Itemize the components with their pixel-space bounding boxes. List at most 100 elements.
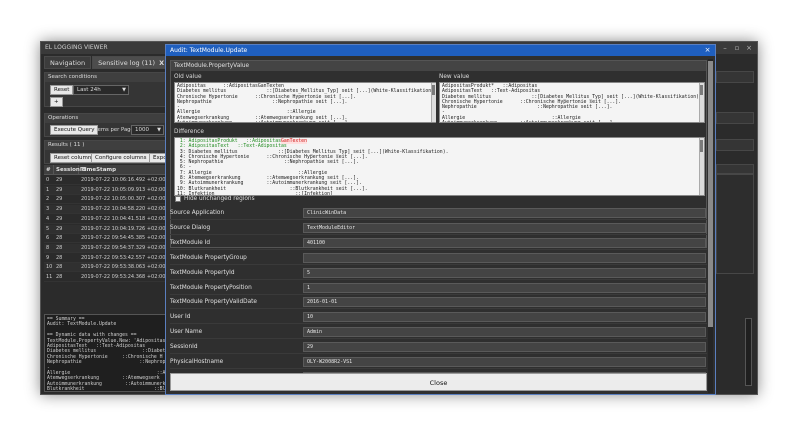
property-row: Source Application ClinicWinData <box>170 206 707 220</box>
property-value[interactable]: 2016-01-01 <box>303 297 706 308</box>
table-row[interactable]: 9 28 2019-07-22 09:53:42.557 +02:00 <box>44 254 166 263</box>
col-timestamp[interactable]: TimeStamp <box>79 165 166 175</box>
property-row: User Name Admin <box>170 325 707 340</box>
table-cell: 2019-07-22 10:05:00.307 +02:00 <box>81 196 166 203</box>
execute-query-button[interactable]: Execute Query <box>50 125 99 135</box>
tab-close-icon[interactable]: X <box>159 59 164 67</box>
results-header: Results ( 11 ) <box>45 141 165 150</box>
add-condition-button[interactable]: + <box>50 97 63 107</box>
table-row[interactable]: 5 29 2019-07-22 10:04:19.726 +02:00 <box>44 224 166 234</box>
operations-header: Operations <box>45 114 165 123</box>
property-row: User Id 10 <box>170 310 707 325</box>
property-value[interactable]: 1 <box>303 282 706 293</box>
dialog-title: Audit: TextModule.Update <box>166 45 715 56</box>
chevron-down-icon: ▼ <box>157 127 161 133</box>
property-label: TextModule PropertyPosition <box>170 284 252 291</box>
table-row[interactable]: 0 29 2019-07-22 10:06:16.492 +02:00 <box>44 176 166 185</box>
property-label: Source Application <box>170 210 225 216</box>
configure-columns-button[interactable]: Configure columns <box>91 153 151 163</box>
difference-scroll-thumb[interactable] <box>700 140 703 152</box>
diff-line-text: 10: Blutkrankheit ::Blutkrankheit seit [… <box>177 186 368 192</box>
reset-button[interactable]: Reset <box>50 85 74 95</box>
table-cell: 2019-07-22 10:04:19.726 +02:00 <box>81 225 166 232</box>
table-row[interactable]: 1 29 2019-07-22 10:05:09.913 +02:00 <box>44 185 166 195</box>
time-range-select[interactable]: Last 24h ▼ <box>73 85 129 95</box>
new-value-label: New value <box>439 74 470 80</box>
hide-unchanged-label: Hide unchanged regions <box>184 196 255 202</box>
tab-navigation[interactable]: Navigation <box>44 56 92 69</box>
difference-label: Difference <box>174 129 204 135</box>
difference-box[interactable]: 1: AdipositasProdukt ::AdipositasGanText… <box>174 137 705 196</box>
search-conditions-panel: Search conditions Reset Last 24h ▼ + <box>44 72 166 107</box>
diff-line-text: 2: AdipositasText ::Text-Adipositas <box>177 144 287 150</box>
table-cell: 10 <box>46 264 53 271</box>
time-range-value: Last 24h <box>77 87 101 93</box>
maximize-icon[interactable]: ▫ <box>731 42 743 54</box>
table-row[interactable]: 11 28 2019-07-22 09:53:24.368 +02:00 <box>44 273 166 282</box>
table-cell: 1 <box>46 186 50 193</box>
property-row: TextModule PropertyPosition 1 <box>170 281 707 295</box>
tab-label: Navigation <box>50 59 86 67</box>
property-value[interactable]: TextModuleEditor <box>303 222 706 233</box>
table-row[interactable]: 6 28 2019-07-22 09:54:45.385 +02:00 <box>44 234 166 244</box>
property-value[interactable]: ClinicWinData <box>303 208 706 218</box>
table-cell: 2019-07-22 10:05:09.913 +02:00 <box>81 186 166 193</box>
diff-line-text: 9: Autoimmunerkrankung ::Autoimmunerkran… <box>177 181 362 187</box>
close-icon[interactable]: × <box>703 45 712 56</box>
tab-sensitive-log[interactable]: Sensitive log (11) X <box>92 56 171 69</box>
table-cell: 2019-07-22 09:54:37.329 +02:00 <box>81 244 166 251</box>
tab-strip: Navigation Sensitive log (11) X <box>44 56 171 69</box>
minimize-icon[interactable]: – <box>719 42 731 54</box>
table-cell: 2019-07-22 09:54:45.385 +02:00 <box>81 235 166 242</box>
property-value[interactable]: 401100 <box>303 237 706 248</box>
property-row: TextModule PropertyValidDate 2016-01-01 <box>170 295 707 310</box>
new-value-scroll-thumb[interactable] <box>700 85 703 95</box>
table-row[interactable]: 4 29 2019-07-22 10:04:41.518 +02:00 <box>44 215 166 224</box>
diff-line-text: 5: Nephropathie ::Nephropathie seit [...… <box>177 160 359 166</box>
table-cell: 28 <box>56 264 63 271</box>
property-value[interactable]: OLY-W2008R2-VS1 <box>303 357 706 367</box>
results-table-header: # SessionId TimeStamp <box>44 165 166 175</box>
dialog-scrollbar-thumb[interactable] <box>708 61 713 327</box>
table-row[interactable]: 10 28 2019-07-22 09:53:38.063 +02:00 <box>44 263 166 273</box>
right-panel-header <box>716 139 754 151</box>
table-cell: 2 <box>46 196 50 203</box>
property-value[interactable]: 5 <box>303 267 706 278</box>
table-row[interactable]: 3 29 2019-07-22 10:04:58.220 +02:00 <box>44 205 166 215</box>
table-cell: 2019-07-22 09:53:24.368 +02:00 <box>81 274 166 280</box>
col-index[interactable]: # <box>44 165 54 175</box>
close-button[interactable]: Close <box>170 373 707 391</box>
table-cell: 2019-07-22 09:53:42.557 +02:00 <box>81 254 166 261</box>
new-value-box[interactable]: AdipositasProdukt* ::Adipositas Adiposit… <box>439 82 705 123</box>
property-label: TextModule PropertyId <box>170 269 235 276</box>
table-cell: 5 <box>46 225 50 232</box>
search-conditions-header: Search conditions <box>45 73 165 82</box>
property-label: TextModule PropertyGroup <box>170 254 247 261</box>
property-value[interactable]: 10 <box>303 312 706 323</box>
table-row[interactable]: 2 29 2019-07-22 10:05:00.307 +02:00 <box>44 195 166 205</box>
items-per-page-select[interactable]: 1000 ▼ <box>131 125 164 135</box>
col-sessionid[interactable]: SessionId <box>54 165 86 175</box>
property-value[interactable]: 29 <box>303 342 706 353</box>
property-label: User Id <box>170 314 191 321</box>
property-value[interactable]: Admin <box>303 327 706 338</box>
table-cell: 29 <box>56 215 63 222</box>
table-cell: 29 <box>56 196 63 203</box>
table-cell: 3 <box>46 206 50 213</box>
property-row: PhysicalHostname OLY-W2008R2-VS1 <box>170 355 707 369</box>
diff-line-text: 3: Diabetes mellitus ::[Diabetes_Mellitu… <box>177 149 449 155</box>
property-row: Source Dialog TextModuleEditor <box>170 221 707 235</box>
table-cell: 2019-07-22 10:06:16.492 +02:00 <box>81 177 166 183</box>
hide-unchanged-checkbox[interactable] <box>175 196 181 202</box>
old-value-label: Old value <box>174 74 202 80</box>
old-value-box[interactable]: Adipositas ::AdipositasGanTexten Diabete… <box>174 82 436 123</box>
property-value[interactable] <box>303 252 706 263</box>
summary-scrollbar[interactable] <box>745 318 752 386</box>
old-value-scroll-thumb[interactable] <box>432 85 435 95</box>
right-table-body <box>716 174 754 274</box>
table-cell: 11 <box>46 274 53 280</box>
window-close-icon[interactable]: × <box>743 42 755 54</box>
table-cell: 9 <box>46 254 50 261</box>
table-cell: 28 <box>56 244 63 251</box>
table-row[interactable]: 8 28 2019-07-22 09:54:37.329 +02:00 <box>44 243 166 253</box>
